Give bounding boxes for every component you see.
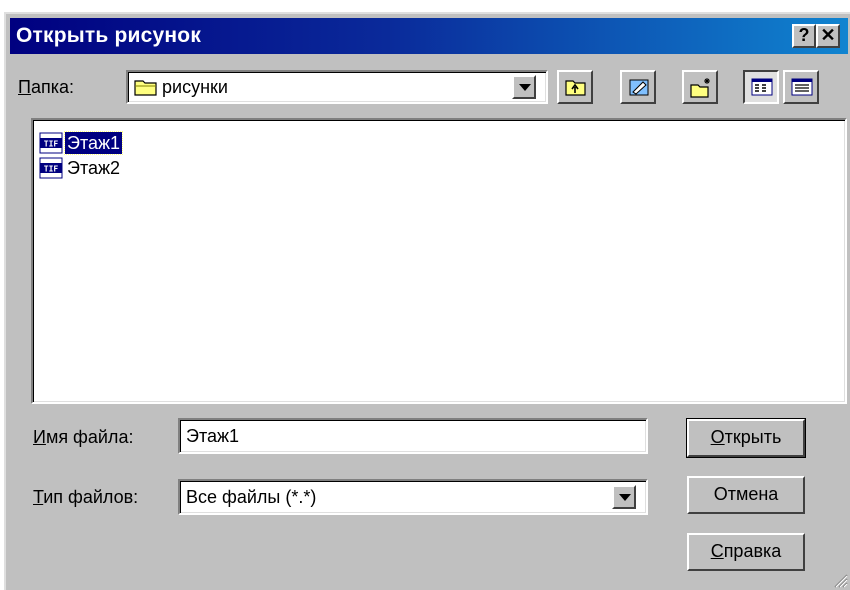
- cancel-button[interactable]: Отмена: [687, 476, 805, 514]
- tif-file-icon: TIF: [39, 157, 63, 179]
- list-item[interactable]: TIF Этаж1: [39, 130, 124, 156]
- filename-input[interactable]: Этаж1: [178, 418, 648, 454]
- file-name: Этаж1: [63, 131, 124, 155]
- close-button[interactable]: ✕: [816, 24, 840, 48]
- folder-label: Папка:: [18, 77, 74, 97]
- up-one-level-button[interactable]: [557, 70, 593, 104]
- filetype-label: Тип файлов:: [33, 487, 139, 507]
- file-list[interactable]: TIF Этаж1 TIF Этаж2: [31, 118, 847, 404]
- chevron-down-icon: [519, 84, 531, 91]
- list-item[interactable]: TIF Этаж2: [39, 155, 122, 181]
- help-title-button[interactable]: ?: [792, 24, 816, 48]
- folder-dropdown-button[interactable]: [512, 75, 536, 99]
- title-bar[interactable]: Открыть рисунок ? ✕: [10, 18, 848, 54]
- list-view-icon: [751, 78, 773, 96]
- resize-grip-icon[interactable]: [832, 572, 848, 588]
- new-folder-button[interactable]: [682, 70, 718, 104]
- svg-text:TIF: TIF: [44, 165, 59, 174]
- filetype-value: Все файлы (*.*): [186, 487, 317, 507]
- folder-combobox[interactable]: рисунки: [126, 70, 548, 104]
- chevron-down-icon: [619, 494, 631, 501]
- desktop-icon: [629, 79, 649, 96]
- new-folder-icon: [690, 78, 710, 98]
- desktop-button[interactable]: [620, 70, 656, 104]
- file-name: Этаж2: [67, 158, 121, 178]
- filetype-dropdown-button[interactable]: [612, 485, 636, 509]
- open-picture-dialog: Открыть рисунок ? ✕ Папка: рисунки TIF Э…: [4, 12, 850, 590]
- list-view-button[interactable]: [743, 70, 779, 104]
- dialog-title: Открыть рисунок: [16, 24, 202, 47]
- folder-value: рисунки: [162, 77, 228, 97]
- help-button[interactable]: Справка: [687, 533, 805, 571]
- filename-label: Имя файла:: [33, 427, 134, 447]
- details-view-button[interactable]: [783, 70, 819, 104]
- up-one-level-icon: [565, 80, 586, 96]
- folder-icon: [134, 80, 157, 96]
- filename-value: Этаж1: [186, 426, 240, 446]
- close-icon: ✕: [820, 25, 836, 45]
- details-view-icon: [791, 78, 813, 96]
- svg-text:TIF: TIF: [44, 140, 59, 149]
- open-button[interactable]: Открыть: [686, 418, 806, 458]
- filetype-combobox[interactable]: Все файлы (*.*): [178, 479, 648, 515]
- tif-file-icon: TIF: [39, 132, 63, 154]
